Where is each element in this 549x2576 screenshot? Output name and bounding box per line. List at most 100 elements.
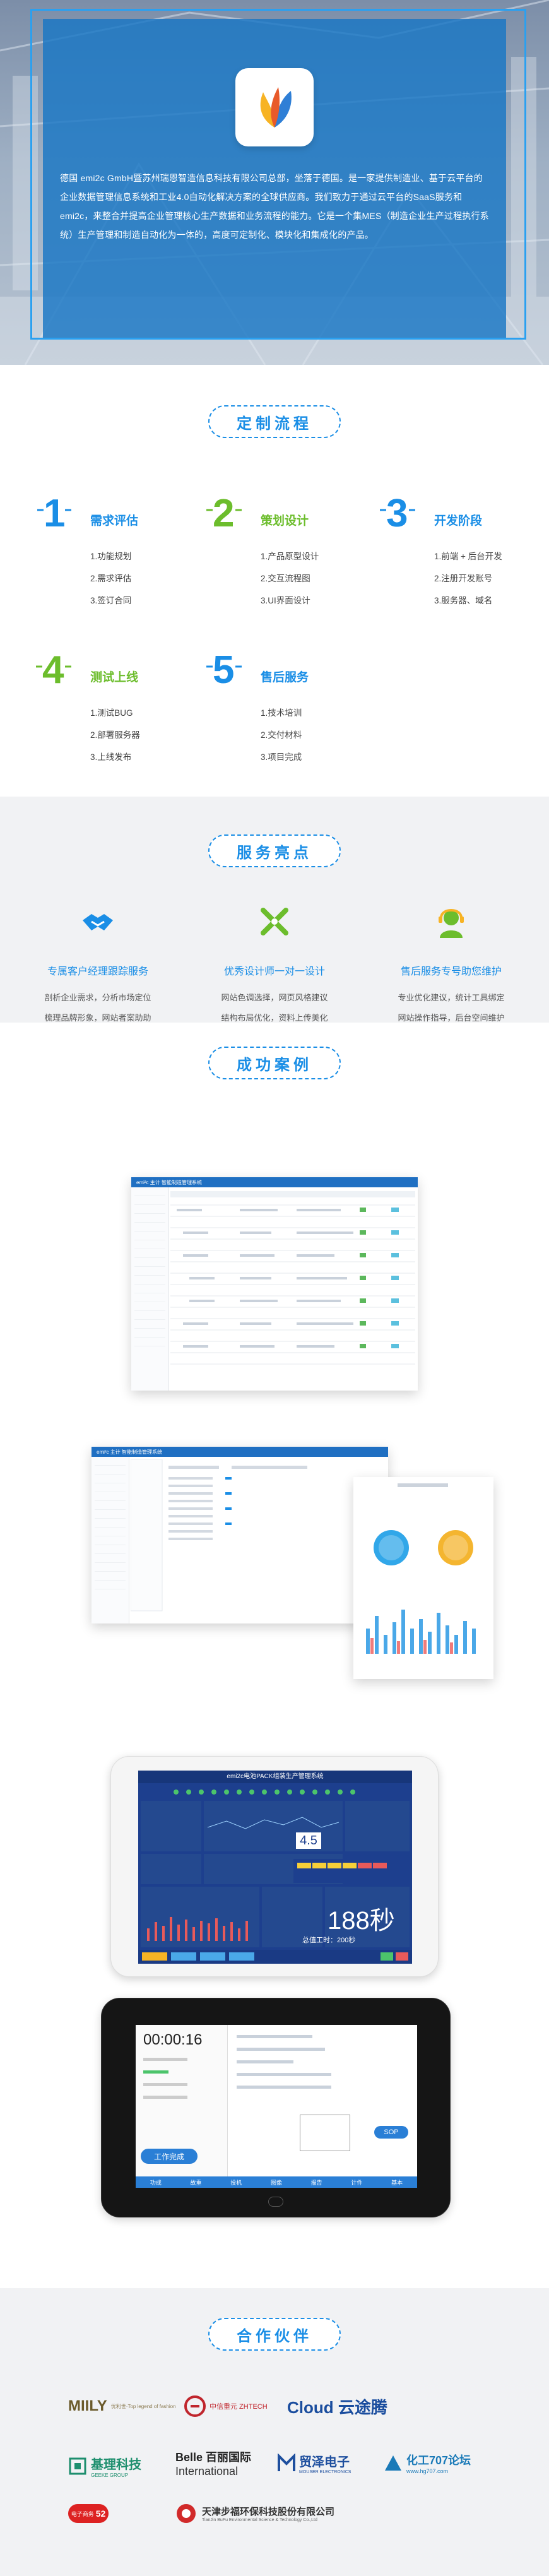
tab-item[interactable]: 基本 <box>391 2178 403 2187</box>
highlight-name: 优秀设计师一对一设计 <box>223 966 325 977</box>
app-list <box>131 1459 307 1611</box>
partner-text: 基理科技 GEEKE GROUP <box>91 2454 141 2478</box>
geeke-logo-icon <box>69 2457 86 2475</box>
tab-item[interactable]: 计件 <box>351 2178 362 2187</box>
partner-logo-bufu: 天津步福环保科技股份有限公司 TianJin BuFu Environmenta… <box>175 2500 334 2527</box>
flame-petal-icon <box>260 87 292 128</box>
step-item: 3.UI界面设计 <box>261 596 310 605</box>
step-item: 2.交互流程图 <box>261 574 310 583</box>
step-name: 售后服务 <box>261 671 309 684</box>
hg707-logo-icon <box>385 2455 401 2471</box>
highlight-desc-line: 网站色调选择，网页风格建议 <box>221 993 328 1002</box>
tab-item[interactable]: 报告 <box>311 2178 322 2187</box>
svg-text:3: 3 <box>386 492 408 533</box>
hero-banner: 德国 emi2c GmbH暨苏州瑞恩智造信息科技有限公司总部，坐落于德国。是一家… <box>0 0 549 365</box>
svg-text:4: 4 <box>42 648 64 689</box>
partner-name: 中信重元 ZHTECH <box>210 2403 268 2411</box>
step-item: 1.前端 + 后台开发 <box>434 552 502 561</box>
highlight-item-2: 优秀设计师一对一设计 网站色调选择，网页风格建议 结构布局优化，资料上传美化 <box>186 903 363 1028</box>
tab-item[interactable]: 故重 <box>191 2178 202 2187</box>
elapsed-timer: 00:00:16 <box>143 2031 203 2048</box>
case-screenshot-2: emi²c 主计 智能制造管理系统 <box>92 1447 388 1623</box>
big-metric: 188秒 <box>328 1907 395 1935</box>
partner-name: MIILY <box>68 2397 107 2414</box>
design-tools-icon <box>261 908 288 935</box>
step-number-3-icon: 3 <box>380 491 415 533</box>
step-item: 2.部署服务器 <box>90 730 140 740</box>
highlight-desc-line: 专业优化建议，统计工具绑定 <box>398 993 505 1002</box>
fingerprint-icon <box>268 2197 283 2207</box>
step-number-1-icon: 1 <box>37 491 71 533</box>
highlight-name: 售后服务专号助您维护 <box>400 966 502 977</box>
step-number-2-icon: 2 <box>206 491 242 533</box>
step-name: 测试上线 <box>90 671 139 684</box>
company-intro: 德国 emi2c GmbH暨苏州瑞恩智造信息科技有限公司总部，坐落于德国。是一家… <box>60 173 489 240</box>
small-metric: 4.5 <box>296 1832 321 1849</box>
partner-logo-zhtech: 中信重元 ZHTECH <box>184 2392 268 2420</box>
step-item: 2.注册开发账号 <box>434 574 493 583</box>
partner-logo-belle: Belle 百丽国际 International <box>175 2448 251 2478</box>
sop-button[interactable]: SOP <box>374 2126 408 2139</box>
step-items: 1.测试BUG 2.部署服务器 3.上线发布 <box>90 702 140 768</box>
highlight-desc: 剖析企业需求，分析市场定位 梳理品牌形象，网站者案助助 <box>9 988 186 1028</box>
process-step-5: 5 售后服务 1.技术培训 2.交付材料 3.项目完成 <box>205 648 363 762</box>
process-step-3: 3 开发阶段 1.前端 + 后台开发 2.注册开发账号 3.服务器、域名 <box>379 491 536 605</box>
step-item: 3.服务器、域名 <box>434 596 493 605</box>
step-item: 1.产品原型设计 <box>261 552 319 561</box>
partner-sub: MOUSER ELECTRONICS <box>299 2470 351 2474</box>
highlight-desc-line: 剖析企业需求，分析市场定位 <box>44 993 151 1002</box>
partner-logo-miily: MIILY 优利世·Top legend of fashion <box>68 2392 176 2420</box>
step-items: 1.功能规划 2.需求评估 3.签订合同 <box>90 545 131 612</box>
svg-text:2: 2 <box>213 492 234 533</box>
step-item: 2.交付材料 <box>261 730 302 740</box>
partner-text: Belle 百丽国际 International <box>175 2448 251 2478</box>
step-item: 1.技术培训 <box>261 708 302 718</box>
tablet-screen: emi2c电池PACK组装生产管理系统 4.5 188秒 总值工时：200秒 <box>138 1771 412 1964</box>
partner-text: 天津步福环保科技股份有限公司 TianJin BuFu Environmenta… <box>202 2505 334 2522</box>
highlight-desc: 专业优化建议，统计工具绑定 网站操作指导，后台空间维护 <box>363 988 540 1028</box>
app-title: emi²c 主计 智能制造管理系统 <box>97 1449 162 1455</box>
svg-text:5: 5 <box>213 648 234 689</box>
zhtech-logo-icon <box>184 2395 206 2417</box>
handshake-icon <box>83 914 113 930</box>
process-step-2: 2 策划设计 1.产品原型设计 2.交互流程图 3.UI界面设计 <box>205 491 363 605</box>
section-title-partners: 合作伙伴 <box>208 2318 341 2351</box>
dashboard-charts <box>353 1477 493 1654</box>
bottom-tab-bar: 功成 故重 投机 图像 报告 计件 基本 <box>136 2176 417 2188</box>
app-sidebar <box>92 1457 129 1623</box>
highlight-name: 专属客户经理跟踪服务 <box>47 966 148 977</box>
partner-name: 化工707论坛 <box>406 2454 471 2467</box>
step-item: 2.需求评估 <box>90 574 132 583</box>
app-title: emi²c 主计 智能制造管理系统 <box>136 1179 202 1185</box>
highlight-desc-line: 网站操作指导，后台空间维护 <box>398 1013 505 1023</box>
step-name: 需求评估 <box>90 514 139 528</box>
step-items: 1.前端 + 后台开发 2.注册开发账号 3.服务器、域名 <box>434 545 502 612</box>
work-complete-button[interactable]: 工作完成 <box>141 2149 198 2164</box>
partner-text: 贸泽电子 MOUSER ELECTRONICS <box>299 2452 351 2474</box>
tablet-screen: 00:00:16 工作完成 SOP 功成 故重 投机 图像 报告 计件 基本 <box>136 2025 417 2188</box>
dashboard-panels <box>138 1790 412 1964</box>
tab-item[interactable]: 功成 <box>150 2178 162 2187</box>
partner-sub: TianJin BuFu Environmental Science & Tec… <box>202 2518 317 2522</box>
svg-text:1: 1 <box>44 492 65 533</box>
partner-name: 贸泽电子 <box>299 2455 350 2469</box>
operator-panel: 00:00:16 工作完成 <box>136 2025 228 2176</box>
app-titlebar: emi²c 主计 智能制造管理系统 <box>131 1177 418 1187</box>
app-titlebar: emi²c 主计 智能制造管理系统 <box>92 1447 388 1457</box>
highlight-desc-line: 梳理品牌形象，网站者案助助 <box>44 1013 151 1023</box>
app-sidebar <box>131 1187 169 1391</box>
partner-name: 52 <box>95 2508 106 2519</box>
tab-item[interactable]: 投机 <box>230 2178 242 2187</box>
partner-sub: 优利世·Top legend of fashion <box>110 2403 176 2409</box>
partner-sub: www.hg707.com <box>406 2468 449 2474</box>
partner-name: 天津步福环保科技股份有限公司 <box>202 2507 335 2517</box>
partner-logo-52: 电子商务 52 <box>68 2500 109 2527</box>
sop-preview <box>300 2115 350 2151</box>
partner-logo-geeke: 基理科技 GEEKE GROUP <box>68 2452 141 2480</box>
section-title-cases: 成功案例 <box>208 1047 341 1079</box>
case-screenshot-1: emi²c 主计 智能制造管理系统 <box>131 1177 418 1391</box>
partner-sub: 电子商务 <box>71 2510 94 2517</box>
partner-logo-mouser: 贸泽电子 MOUSER ELECTRONICS <box>278 2449 351 2477</box>
tab-item[interactable]: 图像 <box>271 2178 282 2187</box>
step-number-4-icon: 4 <box>36 648 71 689</box>
